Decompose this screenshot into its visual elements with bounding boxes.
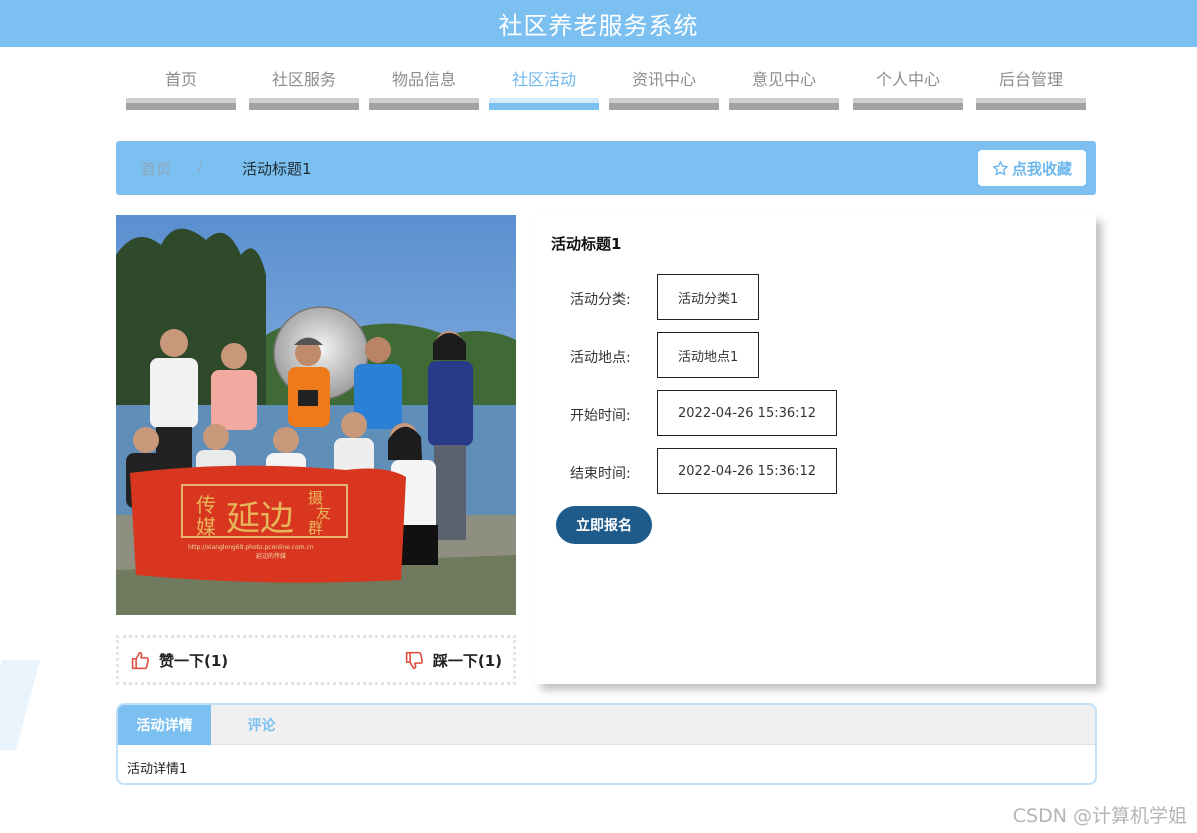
detail-card: 活动标题1 活动分类: 活动分类1 活动地点: 活动地点1 开始时间: 2022…	[535, 215, 1096, 684]
nav-underline	[729, 98, 839, 110]
site-title: 社区养老服务系统	[498, 12, 699, 40]
nav-item-goods-info[interactable]: 物品信息	[369, 62, 479, 110]
breadcrumb-home-link[interactable]: 首页	[141, 158, 171, 179]
nav-label: 个人中心	[875, 70, 940, 89]
nav-item-community-service[interactable]: 社区服务	[249, 62, 359, 110]
star-outline-icon	[992, 160, 1008, 175]
location-label: 活动地点:	[570, 350, 631, 366]
tab-content: 活动详情1	[127, 762, 188, 777]
start-time-value: 2022-04-26 15:36:12	[657, 390, 838, 436]
banner-url: http://xianglong69.photo.pconline.com.cn	[188, 544, 314, 551]
decorative-stripe	[0, 660, 41, 750]
nav-label: 社区活动	[511, 70, 576, 89]
end-time-label: 结束时间:	[570, 466, 631, 482]
banner-main-text: 延边	[226, 499, 294, 539]
tab-activity-details[interactable]: 活动详情	[118, 705, 211, 745]
end-time-value: 2022-04-26 15:36:12	[657, 448, 838, 494]
nav-item-personal-center[interactable]: 个人中心	[853, 62, 963, 110]
favorite-button[interactable]: 点我收藏	[978, 150, 1086, 186]
breadcrumb-current: 活动标题1	[242, 160, 312, 178]
activity-title: 活动标题1	[551, 235, 622, 253]
nav-underline	[369, 98, 479, 110]
nav-underline	[853, 98, 963, 110]
start-time-label: 开始时间:	[570, 408, 631, 424]
thumbs-up-icon	[131, 651, 150, 670]
banner-char: 媒	[196, 515, 216, 539]
location-value: 活动地点1	[657, 332, 760, 378]
nav-label: 后台管理	[998, 70, 1063, 89]
nav-label: 意见中心	[751, 70, 816, 89]
like-button[interactable]: 赞一下(1)	[130, 650, 228, 671]
nav-underline	[126, 98, 236, 110]
category-value: 活动分类1	[657, 274, 760, 320]
activity-photo: 传 媒 延边 摄 友 群 http://xianglong69.photo.pc…	[116, 215, 516, 615]
signup-button[interactable]: 立即报名	[556, 506, 652, 544]
nav-underline	[249, 98, 359, 110]
nav-underline	[609, 98, 719, 110]
breadcrumb-separator: /	[198, 160, 203, 175]
nav-label: 物品信息	[391, 70, 456, 89]
nav-item-home[interactable]: 首页	[126, 62, 236, 110]
nav-item-community-activity[interactable]: 社区活动	[489, 62, 599, 110]
nav-label: 资讯中心	[631, 70, 696, 89]
vote-bar: 赞一下(1) 踩一下(1)	[116, 635, 516, 685]
breadcrumb: 首页 / 活动标题1 点我收藏	[116, 141, 1096, 195]
nav-item-feedback-center[interactable]: 意见中心	[729, 62, 839, 110]
nav-underline	[976, 98, 1086, 110]
favorite-label: 点我收藏	[1011, 159, 1072, 178]
top-header: 社区养老服务系统	[0, 0, 1197, 47]
thumbs-down-icon	[405, 651, 423, 670]
page: 社区养老服务系统 首页 社区服务 物品信息 社区活动 资讯中心 意见中心 个人中…	[0, 0, 1197, 833]
nav-underline	[489, 98, 599, 110]
tab-strip: 活动详情 评论	[118, 705, 1095, 745]
banner-sub: 延边的传媒	[256, 552, 286, 560]
tab-comments[interactable]: 评论	[215, 705, 308, 745]
banner-char: 群	[308, 519, 323, 537]
like-label: 赞一下(1)	[159, 652, 229, 670]
tab-panel: 活动详情 评论 活动详情1	[116, 703, 1097, 785]
dislike-button[interactable]: 踩一下(1)	[404, 650, 502, 671]
nav-label: 社区服务	[271, 70, 336, 89]
nav-label: 首页	[164, 70, 197, 89]
banner-char: 传	[196, 493, 216, 517]
nav-item-admin[interactable]: 后台管理	[976, 62, 1086, 110]
watermark: CSDN @计算机学姐	[1012, 805, 1187, 827]
category-label: 活动分类:	[570, 292, 631, 308]
dislike-label: 踩一下(1)	[432, 652, 502, 670]
nav-item-news-center[interactable]: 资讯中心	[609, 62, 719, 110]
